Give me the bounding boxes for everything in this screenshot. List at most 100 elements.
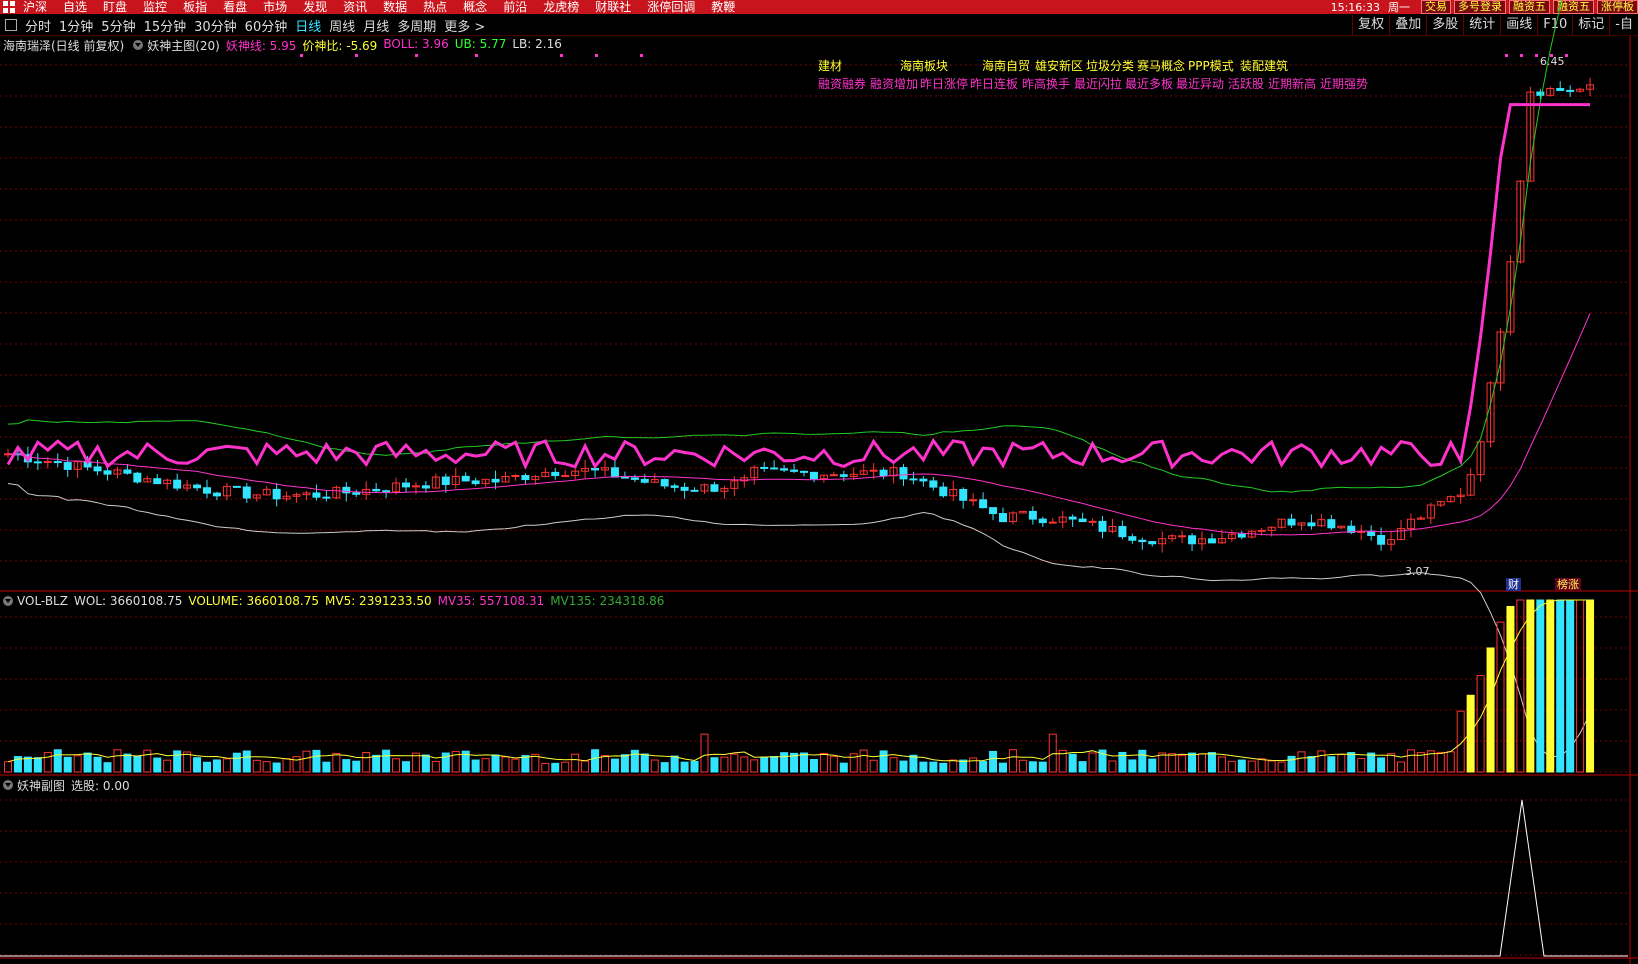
concept-tag-concepts1-1[interactable]: 海南板块: [900, 57, 948, 74]
volume-bar: [1397, 761, 1405, 773]
concept-tag-concepts1-4[interactable]: 垃圾分类: [1086, 57, 1134, 74]
main-value-0: 妖神线: 5.95: [225, 38, 297, 53]
volume-bar: [610, 758, 619, 773]
concept-tag-concepts2-5[interactable]: 最近闪拉: [1074, 75, 1122, 92]
concept-tag-concepts2-4[interactable]: 昨高换手: [1022, 75, 1070, 92]
volume-bar: [1377, 757, 1386, 773]
concept-tag-concepts2-2[interactable]: 昨日涨停: [920, 75, 968, 92]
concept-tag-concepts2-6[interactable]: 最近多板: [1125, 75, 1173, 92]
concept-tag-concepts1-5[interactable]: 赛马概念: [1137, 57, 1185, 74]
volume-bar: [1347, 752, 1356, 773]
candle-body: [1098, 520, 1107, 532]
mv5-line: [7, 599, 1590, 763]
vol-pane-header: VOL-BLZ WOL: 3660108.75 VOLUME: 3660108.7…: [0, 593, 670, 609]
candle-body: [33, 461, 42, 464]
volume-bar: [312, 749, 321, 773]
kline-chart[interactable]: [0, 0, 1638, 964]
volume-bar: [103, 762, 112, 773]
candle-body: [1287, 518, 1296, 526]
volume-bar: [1168, 753, 1177, 773]
volume-bar: [1586, 599, 1595, 773]
candle-body: [959, 488, 968, 501]
main-value-4: LB: 2.16: [512, 36, 562, 51]
finance-tag[interactable]: 财: [1506, 578, 1521, 591]
concept-tag-concepts2-3[interactable]: 昨日连板: [970, 75, 1018, 92]
candle-body: [1178, 535, 1187, 538]
sub-dropdown-icon[interactable]: [3, 780, 13, 790]
concept-tag-concepts1-2[interactable]: 海南自贸: [982, 57, 1030, 74]
main-value-1: 价神比: -5.69: [302, 38, 378, 53]
candle-body: [1028, 510, 1037, 520]
candle-body: [133, 472, 142, 483]
volume-bar: [212, 759, 221, 773]
signal-dot: [1505, 54, 1508, 57]
volume-bar: [1277, 761, 1286, 773]
candle-body: [829, 474, 838, 477]
volume-bar: [780, 752, 789, 773]
concept-tag-concepts1-6[interactable]: PPP模式: [1188, 57, 1234, 74]
indicator-dropdown-icon[interactable]: [133, 40, 144, 50]
volume-bar: [63, 756, 72, 773]
sub-pane-header: 妖神副图 选股: 0.00: [0, 777, 136, 793]
candle-body: [1118, 526, 1127, 538]
volume-bar: [203, 761, 211, 773]
volume-bar: [43, 752, 52, 773]
candle-body: [322, 496, 331, 499]
volume-bar: [1387, 753, 1396, 773]
candle-body: [969, 499, 978, 502]
candle-body: [1257, 529, 1266, 532]
vol-dropdown-icon[interactable]: [3, 596, 13, 606]
volume-bar: [571, 753, 580, 773]
candle-body: [173, 479, 182, 489]
volume-bar: [73, 755, 82, 773]
candle-body: [153, 478, 162, 485]
candle-body: [1327, 519, 1336, 529]
select-signal-line: [0, 799, 1628, 957]
vol-value-2: MV5: 2391233.50: [325, 594, 432, 608]
concept-tag-concepts1-3[interactable]: 雄安新区: [1035, 57, 1083, 74]
volume-bar: [501, 756, 510, 773]
candle-body: [929, 480, 938, 488]
volume-bar: [1297, 751, 1306, 773]
volume-bar: [382, 749, 391, 773]
concept-tag-concepts2-9[interactable]: 近期新高: [1268, 75, 1316, 92]
candle-body: [402, 482, 410, 488]
candle-body: [591, 467, 600, 471]
candle-body: [352, 492, 361, 495]
signal-dot: [300, 54, 303, 57]
volume-bar: [1496, 621, 1505, 773]
candle-body: [800, 470, 808, 473]
volume-bar: [302, 750, 311, 773]
low-price-label: 3.07: [1405, 565, 1430, 578]
volume-bar: [979, 761, 988, 773]
concept-tag-concepts2-1[interactable]: 融资增加: [870, 75, 918, 92]
concept-tag-concepts2-7[interactable]: 最近异动: [1176, 75, 1224, 92]
volume-bar: [730, 753, 739, 773]
volume-bar: [720, 756, 729, 773]
main-value-3: UB: 5.77: [454, 36, 507, 51]
volume-bar: [620, 754, 629, 773]
volume-bar: [322, 761, 331, 773]
rank-tag[interactable]: 榜涨: [1555, 578, 1581, 591]
sub-value-0: 选股: 0.00: [71, 778, 130, 793]
concept-tag-concepts2-8[interactable]: 活跃股: [1228, 75, 1264, 92]
volume-bar: [1068, 753, 1077, 773]
candle-body: [899, 467, 908, 480]
volume-bar: [800, 752, 808, 773]
concept-tag-concepts1-7[interactable]: 装配建筑: [1240, 57, 1288, 74]
volume-bar: [869, 759, 878, 773]
vol-values: WOL: 3660108.75 VOLUME: 3660108.75 MV5: 23…: [74, 594, 670, 608]
candle-body: [1207, 538, 1216, 544]
volume-bar: [989, 750, 998, 773]
volume-bar: [1028, 761, 1037, 773]
candle-body: [1128, 536, 1137, 541]
concept-tag-concepts2-0[interactable]: 融资融券: [818, 75, 866, 92]
candle-body: [630, 477, 639, 480]
vol-value-4: MV135: 234318.86: [550, 594, 665, 608]
volume-bar: [282, 758, 291, 773]
concept-tag-concepts1-0[interactable]: 建材: [818, 57, 842, 74]
volume-bar: [1446, 751, 1455, 773]
concept-tag-concepts2-10[interactable]: 近期强势: [1320, 75, 1368, 92]
volume-bar: [541, 762, 550, 773]
volume-bar: [362, 752, 371, 773]
